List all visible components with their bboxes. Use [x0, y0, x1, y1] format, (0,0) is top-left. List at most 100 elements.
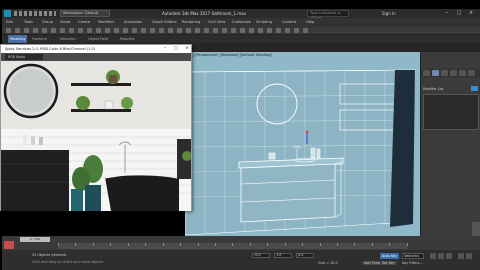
- toolbar-tool-icon[interactable]: [24, 28, 29, 33]
- utilities-tab-icon[interactable]: [468, 70, 475, 76]
- toolbar-tool-icon[interactable]: [240, 28, 245, 33]
- key-mode-icon[interactable]: [4, 241, 14, 249]
- image-minimize-icon[interactable]: –: [164, 46, 166, 51]
- workspace-dropdown[interactable]: Workspace: Default: [60, 10, 110, 17]
- toolbar-tool-icon[interactable]: [276, 28, 281, 33]
- ribbon-tab-object-paint[interactable]: Object Paint: [88, 35, 109, 43]
- toolbar-tool-icon[interactable]: [258, 28, 263, 33]
- object-color-swatch[interactable]: [471, 86, 478, 91]
- modify-tab-icon[interactable]: [432, 70, 439, 76]
- toolbar-tool-icon[interactable]: [114, 28, 119, 33]
- toolbar-tool-icon[interactable]: [6, 28, 11, 33]
- toolbar-tool-icon[interactable]: [177, 28, 182, 33]
- app-logo-icon[interactable]: [4, 10, 11, 17]
- timeline-tick: [284, 243, 286, 246]
- motion-tab-icon[interactable]: [450, 70, 457, 76]
- toolbar-tool-icon[interactable]: [213, 28, 218, 33]
- menu-item-help[interactable]: Help: [306, 18, 314, 27]
- go-to-start-icon[interactable]: [430, 253, 436, 259]
- timeline-tick: [406, 243, 408, 246]
- toolbar-tool-icon[interactable]: [123, 28, 128, 33]
- toolbar-tool-icon[interactable]: [159, 28, 164, 33]
- ribbon-tab-populate[interactable]: Populate: [120, 35, 135, 43]
- time-slider-handle[interactable]: 0 / 100: [20, 237, 50, 242]
- status-bar: 23 Objects Selected Click and drag to se…: [2, 250, 480, 270]
- toolbar-tool-icon[interactable]: [195, 28, 200, 33]
- zoom-icon[interactable]: [458, 253, 464, 259]
- toolbar-tool-icon[interactable]: [285, 28, 290, 33]
- modifier-list-dropdown[interactable]: Modifier List: [423, 87, 444, 91]
- bathroom-photo: [1, 61, 191, 211]
- timeline-tick: [58, 243, 59, 246]
- z-coordinate-field[interactable]: 0.0: [296, 253, 314, 258]
- menu-item-civil-view[interactable]: Civil View: [208, 18, 225, 27]
- toolbar-tool-icon[interactable]: [60, 28, 65, 33]
- menu-item-customize[interactable]: Customize: [232, 18, 251, 27]
- toolbar-tool-icon[interactable]: [249, 28, 254, 33]
- menu-item-create[interactable]: Create: [78, 18, 90, 27]
- command-panel-tabs[interactable]: [421, 69, 480, 77]
- key-filters-button[interactable]: Key Filters...: [402, 261, 423, 265]
- toolbar-tool-icon[interactable]: [294, 28, 299, 33]
- perspective-viewport[interactable]: [+] [Perspective] [Standard] [Default Sh…: [185, 52, 420, 236]
- menu-item-group[interactable]: Group: [42, 18, 53, 27]
- y-coordinate-field[interactable]: 1.0: [274, 253, 292, 258]
- auto-key-button[interactable]: Auto Key: [380, 253, 400, 259]
- ribbon-tab-freeform[interactable]: Freeform: [32, 35, 47, 43]
- signin-link[interactable]: Sign In: [382, 9, 396, 18]
- modifier-stack[interactable]: [423, 94, 479, 130]
- maximize-icon[interactable]: □: [454, 9, 464, 18]
- toolbar-tool-icon[interactable]: [231, 28, 236, 33]
- hierarchy-tab-icon[interactable]: [441, 70, 448, 76]
- menu-item-views[interactable]: Views: [60, 18, 70, 27]
- minimize-icon[interactable]: –: [442, 9, 452, 18]
- toolbar-tool-icon[interactable]: [303, 28, 308, 33]
- x-coordinate-field[interactable]: -0.0: [252, 253, 270, 258]
- toolbar-tool-icon[interactable]: [222, 28, 227, 33]
- play-icon[interactable]: [438, 253, 444, 259]
- menu-item-scripting[interactable]: Scripting: [256, 18, 272, 27]
- close-icon[interactable]: ×: [466, 9, 476, 18]
- toolbar-tool-icon[interactable]: [105, 28, 110, 33]
- ribbon-tab-selection[interactable]: Selection: [60, 35, 76, 43]
- menu-item-rendering[interactable]: Rendering: [182, 18, 200, 27]
- toolbar-tool-icon[interactable]: [204, 28, 209, 33]
- ribbon-tab-modeling[interactable]: Modeling: [8, 35, 28, 43]
- toolbar-tool-icon[interactable]: [186, 28, 191, 33]
- menu-item-tools[interactable]: Tools: [24, 18, 33, 27]
- timeline-tick: [319, 243, 321, 246]
- toolbar-tool-icon[interactable]: [78, 28, 83, 33]
- toolbar-tool-icon[interactable]: [87, 28, 92, 33]
- toolbar-tool-icon[interactable]: [15, 28, 20, 33]
- toolbar-tool-icon[interactable]: [96, 28, 101, 33]
- toolbar-tool-icon[interactable]: [150, 28, 155, 33]
- search-input[interactable]: Type a keyword or phrase: [307, 10, 349, 20]
- display-tab-icon[interactable]: [459, 70, 466, 76]
- menu-item-animation[interactable]: Animation: [124, 18, 142, 27]
- go-to-end-icon[interactable]: [446, 253, 452, 259]
- viewport-label[interactable]: [+] [Perspective] [Standard] [Default Sh…: [188, 53, 272, 57]
- menu-item-edit[interactable]: Edit: [6, 18, 13, 27]
- channel-select[interactable]: RGB Alpha: [5, 54, 43, 60]
- panel-scroll[interactable]: [472, 222, 480, 236]
- set-key-button[interactable]: Set Key: [380, 261, 397, 265]
- image-maximize-icon[interactable]: □: [174, 46, 178, 51]
- toolbar-tool-icon[interactable]: [267, 28, 272, 33]
- image-close-icon[interactable]: ×: [185, 46, 189, 51]
- toolbar-tool-icon[interactable]: [69, 28, 74, 33]
- key-set-dropdown[interactable]: Selected: [402, 253, 424, 259]
- menu-item-graph-editors[interactable]: Graph Editors: [152, 18, 177, 27]
- toolbar-tool-icon[interactable]: [141, 28, 146, 33]
- scene-wireframe: [185, 69, 416, 236]
- quick-access-icons[interactable]: [14, 11, 56, 16]
- create-tab-icon[interactable]: [423, 70, 430, 76]
- toolbar-tool-icon[interactable]: [168, 28, 173, 33]
- orbit-icon[interactable]: [466, 253, 472, 259]
- timeline-tick: [180, 243, 182, 246]
- toolbar-tool-icon[interactable]: [33, 28, 38, 33]
- toolbar-tool-icon[interactable]: [51, 28, 56, 33]
- toolbar-tool-icon[interactable]: [132, 28, 137, 33]
- menu-item-modifiers[interactable]: Modifiers: [98, 18, 114, 27]
- toolbar-tool-icon[interactable]: [42, 28, 47, 33]
- menu-item-content[interactable]: Content: [282, 18, 296, 27]
